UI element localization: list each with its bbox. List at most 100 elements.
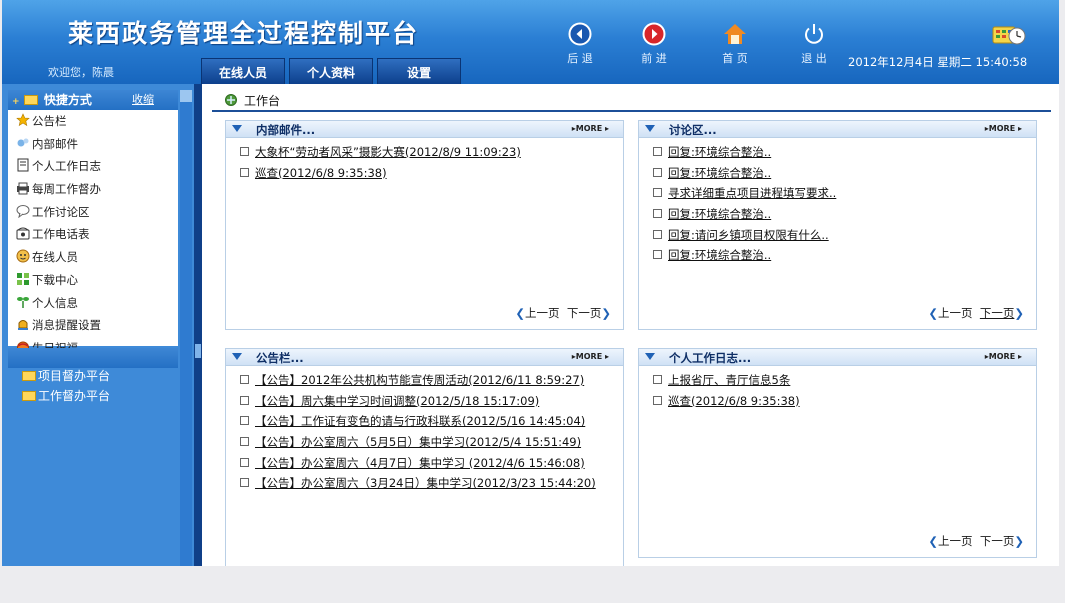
bullet-icon <box>240 478 249 488</box>
list-item[interactable]: 【公告】办公室周六（3月24日）集中学习(2012/3/23 15:44:20) <box>240 473 623 494</box>
list-item-link[interactable]: 【公告】办公室周六（3月24日）集中学习(2012/3/23 15:44:20) <box>255 476 596 490</box>
sidebar-scrollbar[interactable] <box>180 90 192 566</box>
forward-button[interactable]: 前 进 <box>624 22 684 66</box>
collapse-triangle-icon[interactable] <box>232 125 242 132</box>
list-item[interactable]: 上报省厅、青厅信息5条 <box>653 370 1036 391</box>
tab-online-users[interactable]: 在线人员 <box>201 58 285 84</box>
sidebar-item-label: 个人工作日志 <box>32 159 101 174</box>
prev-arrow-icon[interactable]: ❮ <box>515 306 525 320</box>
bullet-icon <box>653 209 662 219</box>
sidebar-item-label: 公告栏 <box>32 114 67 128</box>
next-page-link[interactable]: 下一页 <box>980 306 1015 320</box>
forward-arrow-icon <box>642 22 666 46</box>
next-arrow-icon[interactable]: ❯ <box>1014 534 1024 548</box>
list-item[interactable]: 【公告】2012年公共机构节能宣传周活动(2012/6/11 8:59:27) <box>240 370 623 391</box>
sidebar-item-work-log[interactable]: 个人工作日志 <box>16 155 166 178</box>
prev-page-link[interactable]: 上一页 <box>938 306 973 320</box>
bullet-icon <box>240 167 249 177</box>
sidebar-item-phone-list[interactable]: 工作电话表 <box>16 223 166 246</box>
sidebar-section-work-supervision[interactable]: 工作督办平台 <box>8 386 178 406</box>
collapse-triangle-icon[interactable] <box>645 353 655 360</box>
more-link[interactable]: ▸MORE ▸ <box>572 124 609 133</box>
list-item[interactable]: 巡查(2012/6/8 9:35:38) <box>240 163 623 184</box>
list-item-link[interactable]: 【公告】工作证有变色的请与行政科联系(2012/5/16 14:45:04) <box>255 414 585 428</box>
list-item[interactable]: 回复:环境综合整治.. <box>653 142 1036 163</box>
sidebar-item-notification-settings[interactable]: 消息提醒设置 <box>16 314 166 337</box>
sidebar-item-download-center[interactable]: 下载中心 <box>16 269 166 292</box>
list-item[interactable]: 【公告】办公室周六（5月5日）集中学习(2012/5/4 15:51:49) <box>240 432 623 453</box>
sidebar-item-personal-info[interactable]: 个人信息 <box>16 292 166 315</box>
tab-profile[interactable]: 个人资料 <box>289 58 373 84</box>
list-item[interactable]: 回复:环境综合整治.. <box>653 204 1036 225</box>
prev-arrow-icon[interactable]: ❮ <box>928 306 938 320</box>
more-link[interactable]: ▸MORE ▸ <box>985 352 1022 361</box>
page-footer <box>0 566 1065 603</box>
prev-page-link[interactable]: 上一页 <box>525 306 560 320</box>
prev-page-link[interactable]: 上一页 <box>938 534 973 548</box>
list-item-link[interactable]: 回复:环境综合整治.. <box>668 145 771 159</box>
list-item[interactable]: 巡查(2012/6/8 9:35:38) <box>653 391 1036 412</box>
sidebar-item-label: 内部邮件 <box>32 136 78 151</box>
list-item-link[interactable]: 回复:环境综合整治.. <box>668 166 771 180</box>
sidebar-item-online-users[interactable]: 在线人员 <box>16 246 166 269</box>
list-item[interactable]: 回复:环境综合整治.. <box>653 163 1036 184</box>
list-item-link[interactable]: 回复:请问乡镇项目权限有什么.. <box>668 228 829 242</box>
home-button[interactable]: 首 页 <box>705 22 765 66</box>
next-arrow-icon[interactable]: ❯ <box>601 306 611 320</box>
list-item-link[interactable]: 巡查(2012/6/8 9:35:38) <box>255 166 387 180</box>
list-item-link[interactable]: 上报省厅、青厅信息5条 <box>668 373 790 387</box>
list-item-link[interactable]: 【公告】周六集中学习时间调整(2012/5/18 15:17:09) <box>255 394 539 408</box>
collapse-triangle-icon[interactable] <box>645 125 655 132</box>
sidebar-item-discussion[interactable]: 工作讨论区 <box>16 201 166 224</box>
tab-settings[interactable]: 设置 <box>377 58 461 84</box>
shortcuts-title: 快捷方式 <box>43 93 92 107</box>
collapse-link[interactable]: 收缩 <box>132 90 154 110</box>
phone-icon <box>16 227 30 240</box>
list-item-link[interactable]: 大象杯“劳动者风采”摄影大赛(2012/8/9 11:09:23) <box>255 145 521 159</box>
calendar-clock-icon <box>992 26 1026 45</box>
list-item-link[interactable]: 回复:环境综合整治.. <box>668 207 771 221</box>
list-item-link[interactable]: 回复:环境综合整治.. <box>668 248 771 262</box>
home-label: 首 页 <box>722 52 748 65</box>
list-item[interactable]: 【公告】周六集中学习时间调整(2012/5/18 15:17:09) <box>240 391 623 412</box>
list-item[interactable]: 大象杯“劳动者风采”摄影大赛(2012/8/9 11:09:23) <box>240 142 623 163</box>
collapse-triangle-icon[interactable] <box>232 353 242 360</box>
list-item-link[interactable]: 【公告】办公室周六（4月7日）集中学习 (2012/4/6 15:46:08) <box>255 456 585 470</box>
logout-button[interactable]: 退 出 <box>784 22 844 66</box>
prev-arrow-icon[interactable]: ❮ <box>928 534 938 548</box>
mail-box-header: 内部邮件... ▸MORE ▸ <box>226 121 623 138</box>
title-divider <box>212 110 1051 112</box>
list-item-link[interactable]: 【公告】2012年公共机构节能宣传周活动(2012/6/11 8:59:27) <box>255 373 584 387</box>
list-item-link[interactable]: 巡查(2012/6/8 9:35:38) <box>668 394 800 408</box>
next-arrow-icon[interactable]: ❯ <box>1014 306 1024 320</box>
bell-icon <box>18 320 28 331</box>
next-page-link[interactable]: 下一页 <box>567 306 602 320</box>
work-log-box-title: 个人工作日志... <box>669 351 752 365</box>
list-item[interactable]: 回复:环境综合整治.. <box>653 245 1036 266</box>
app-header: 莱西政务管理全过程控制平台 欢迎您，陈晨 在线人员 个人资料 设置 后 退 前 … <box>2 0 1059 84</box>
list-item[interactable]: 寻求详细重点项目进程填写要求.. <box>653 183 1036 204</box>
sidebar-item-weekly-supervision[interactable]: 每周工作督办 <box>16 178 166 201</box>
splitter-handle-icon[interactable] <box>195 344 201 358</box>
next-page-link[interactable]: 下一页 <box>980 534 1015 548</box>
list-item[interactable]: 回复:请问乡镇项目权限有什么.. <box>653 225 1036 246</box>
list-item-link[interactable]: 【公告】办公室周六（5月5日）集中学习(2012/5/4 15:51:49) <box>255 435 581 449</box>
list-item[interactable]: 【公告】工作证有变色的请与行政科联系(2012/5/16 14:45:04) <box>240 411 623 432</box>
sidebar-section-project-supervision[interactable]: 项目督办平台 <box>8 366 178 386</box>
shortcut-list: 公告栏 内部邮件 个人工作日志 每周工作督办 工作讨论区 工作电话表 在线人员 … <box>16 110 166 360</box>
more-link[interactable]: ▸MORE ▸ <box>572 352 609 361</box>
list-item-link[interactable]: 寻求详细重点项目进程填写要求.. <box>668 186 836 200</box>
scroll-up-icon[interactable] <box>180 90 192 102</box>
bullet-icon <box>240 375 249 384</box>
discussion-box-header: 讨论区... ▸MORE ▸ <box>639 121 1036 138</box>
more-link[interactable]: ▸MORE ▸ <box>985 124 1022 133</box>
mail-box-title: 内部邮件... <box>256 123 316 137</box>
section-label: 工作督办平台 <box>38 389 111 403</box>
pager: ❮上一页 下一页❯ <box>515 305 611 321</box>
sidebar-splitter[interactable] <box>194 84 202 566</box>
sidebar-item-bulletin[interactable]: 公告栏 <box>16 110 166 133</box>
list-item[interactable]: 【公告】办公室周六（4月7日）集中学习 (2012/4/6 15:46:08) <box>240 453 623 474</box>
back-button[interactable]: 后 退 <box>550 22 610 66</box>
sidebar-section-shortcuts[interactable]: + 快捷方式 收缩 <box>8 90 178 110</box>
sidebar-item-mail[interactable]: 内部邮件 <box>16 133 166 156</box>
